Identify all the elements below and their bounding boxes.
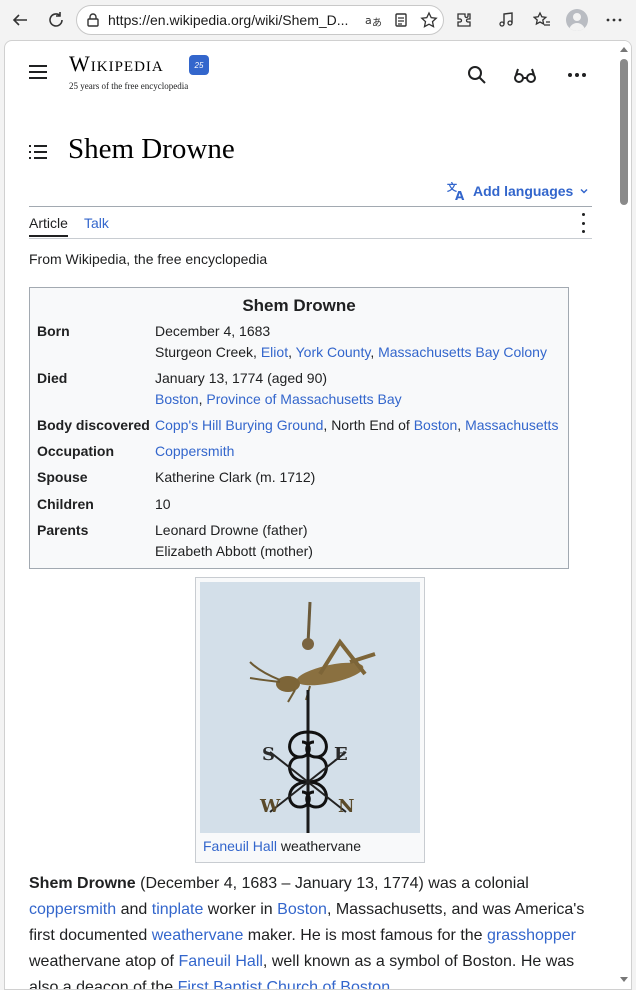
read-aloud-icon[interactable]: aあ [361,8,385,32]
refresh-icon[interactable] [44,8,68,32]
page-viewport: Wikipedia 25 25 years of the free encycl… [4,40,632,990]
wikipedia-wordmark[interactable]: Wikipedia [69,51,164,77]
tools-menu-icon[interactable] [579,213,587,233]
svg-text:W: W [259,796,281,817]
main-menu-icon[interactable] [29,65,47,79]
weathervane-figure: S E W N Faneuil Hall weathervane [195,577,425,863]
link-york-county[interactable]: York County [296,344,371,360]
parent-mother: Elizabeth Abbott (mother) [155,543,313,559]
lead-text-5: maker. He is most famous for the [243,927,487,944]
wiki-header: Wikipedia 25 25 years of the free encycl… [5,41,619,111]
svg-text:あ: あ [372,17,382,29]
tab-talk[interactable]: Talk [84,215,109,231]
parents-label: Parents [37,522,89,538]
link-boston-2[interactable]: Boston [414,417,458,433]
link-tinplate[interactable]: tinplate [152,901,204,918]
lead-text-2: and [116,901,152,918]
lead-text-8: . [390,979,395,990]
profile-avatar-icon[interactable] [566,9,588,31]
translate-icon: 文A [447,181,465,201]
search-icon[interactable] [465,63,489,87]
link-faneuil-hall-caption[interactable]: Faneuil Hall [203,838,277,854]
weathervane-image[interactable]: S E W N [200,582,420,833]
infobox: Shem Drowne Born December 4, 1683 Sturge… [29,287,569,569]
caption-text: weathervane [276,838,361,854]
died-date: January 13, 1774 (aged 90) [155,370,328,386]
spouse-value: Katherine Clark (m. 1712) [155,469,316,485]
scroll-thumb[interactable] [620,59,628,205]
url-text: https://en.wikipedia.org/wiki/Shem_D... [108,12,349,28]
link-copps-hill[interactable]: Copp's Hill Burying Ground [155,417,323,433]
favorite-star-icon[interactable] [417,8,441,32]
body-discovered-label: Body discovered [37,417,150,433]
born-date: December 4, 1683 [155,323,271,339]
chevron-down-icon [580,188,588,194]
died-value: January 13, 1774 (aged 90) Boston, Provi… [155,370,402,407]
link-weathervane[interactable]: weathervane [152,927,244,944]
lead-paragraph: Shem Drowne (December 4, 1683 – January … [29,871,595,990]
browser-menu-icon[interactable] [602,8,626,32]
tab-article[interactable]: Article [29,215,68,231]
link-coppersmith-body[interactable]: coppersmith [29,901,116,918]
link-coppersmith[interactable]: Coppersmith [155,441,234,462]
favorites-icon[interactable] [530,8,554,32]
lead-text-1: (December 4, 1683 – January 13, 1774) wa… [135,875,529,892]
scroll-down-arrow-icon[interactable] [620,977,628,982]
born-place-text: Sturgeon Creek, [155,344,261,360]
children-value: 10 [155,496,171,512]
link-grasshopper[interactable]: grasshopper [487,927,576,944]
lock-icon[interactable] [81,8,105,32]
parent-father: Leonard Drowne (father) [155,522,308,538]
page-scrollbar[interactable] [617,41,631,989]
wordmark-subtitle: 25 years of the free encyclopedia [69,81,189,91]
link-first-baptist-church[interactable]: First Baptist Church of Boston [178,979,391,989]
reader-view-icon[interactable] [389,8,413,32]
back-icon[interactable] [8,8,32,32]
scroll-up-arrow-icon[interactable] [620,47,628,52]
tabs-divider [29,238,592,239]
figure-caption: Faneuil Hall weathervane [203,838,361,854]
add-languages-button[interactable]: 文A Add languages [447,181,589,201]
title-divider [29,206,592,207]
lead-text-6: weathervane atop of [29,953,179,970]
born-label: Born [37,323,70,339]
svg-text:a: a [365,14,372,27]
lead-text-3: worker in [203,901,278,918]
parents-value: Leonard Drowne (father) Elizabeth Abbott… [155,520,313,562]
lead-subject: Shem Drowne [29,875,136,892]
body-discovered-text: , North End of [323,417,414,433]
add-languages-label: Add languages [473,183,574,199]
children-label: Children [37,496,94,512]
link-eliot[interactable]: Eliot [261,344,288,360]
svg-text:N: N [338,796,354,817]
reading-glasses-icon[interactable] [513,63,537,87]
occupation-label: Occupation [37,443,115,459]
site-tagline: From Wikipedia, the free encyclopedia [29,251,268,267]
link-faneuil-hall[interactable]: Faneuil Hall [178,953,262,970]
link-boston-body[interactable]: Boston [277,901,327,918]
extensions-icon[interactable] [452,8,476,32]
link-boston[interactable]: Boston [155,391,199,407]
svg-text:E: E [334,744,348,765]
table-of-contents-icon[interactable] [29,145,47,159]
infobox-title: Shem Drowne [242,296,356,315]
anniversary-badge: 25 [189,55,209,75]
born-value: December 4, 1683 Sturgeon Creek, Eliot, … [155,323,547,360]
died-label: Died [37,370,68,386]
svg-text:S: S [262,744,275,765]
page-title: Shem Drowne [68,133,235,165]
link-massachusetts[interactable]: Massachusetts [465,417,558,433]
browser-toolbar: https://en.wikipedia.org/wiki/Shem_D... … [0,0,636,40]
spouse-label: Spouse [37,469,88,485]
link-massachusetts-bay-colony[interactable]: Massachusetts Bay Colony [378,344,547,360]
address-bar[interactable]: https://en.wikipedia.org/wiki/Shem_D... … [76,5,444,35]
more-options-icon[interactable] [565,63,589,87]
body-discovered-value: Copp's Hill Burying Ground, North End of… [155,417,559,433]
tab-article-indicator [29,235,68,237]
link-province-of-massachusetts-bay[interactable]: Province of Massachusetts Bay [206,391,401,407]
svg-text:A: A [455,189,465,201]
media-icon[interactable] [494,8,518,32]
